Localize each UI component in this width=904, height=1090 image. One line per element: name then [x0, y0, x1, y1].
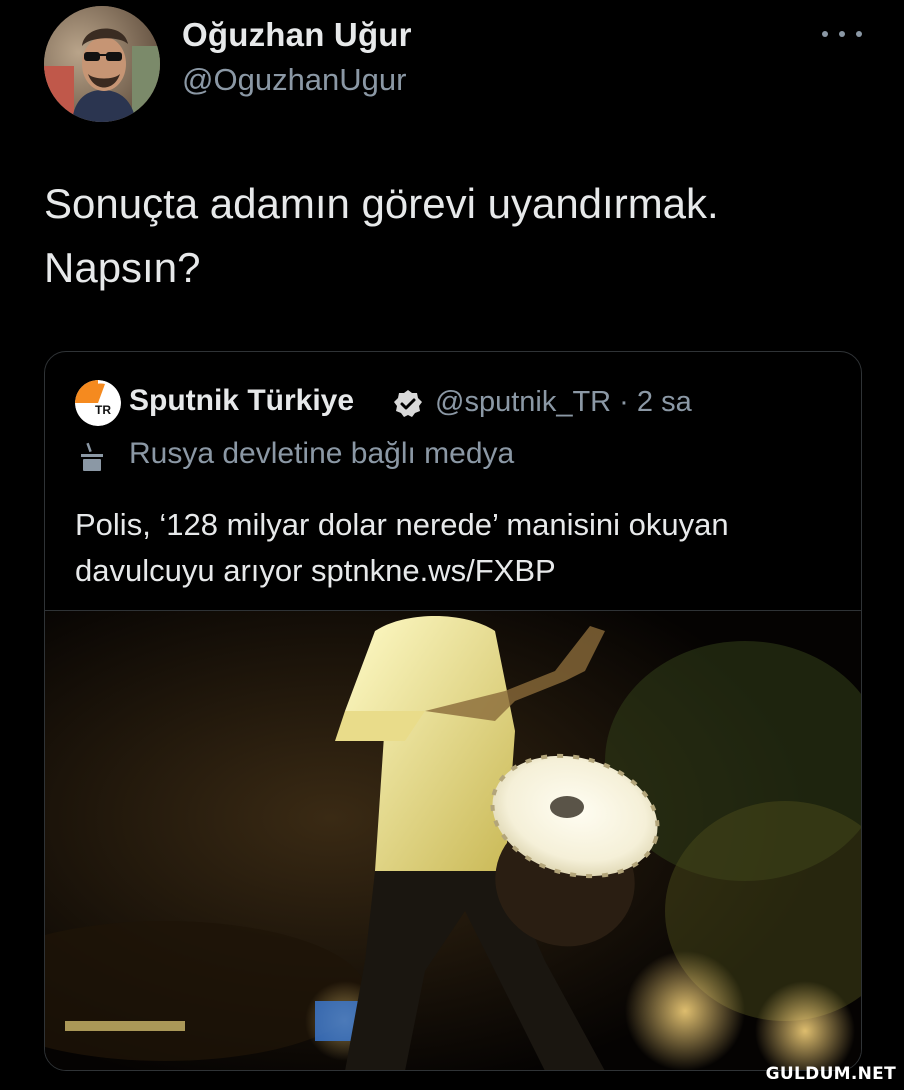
quoted-display-name[interactable]: Sputnik Türkiye [129, 384, 354, 418]
quoted-handle-time[interactable]: @sputnik_TR · 2 sa [435, 386, 692, 419]
tweet-text-line: Sonuçta adamın görevi uyandırmak. [44, 180, 719, 227]
logo-text: TR [95, 403, 111, 417]
tweet-text-line: Napsın? [44, 244, 201, 291]
drummer-photo-art [45, 611, 861, 1070]
watermark-text: GULDUM.NET [765, 1064, 896, 1084]
quoted-text-line: Polis, ‘128 milyar dolar nerede’ manisin… [75, 507, 729, 542]
sputnik-logo[interactable]: TR [75, 380, 121, 426]
state-media-label[interactable]: Rusya devletine bağlı medya [129, 437, 514, 471]
tweet-page: Oğuzhan Uğur @OguzhanUgur Sonuçta adamın… [0, 0, 904, 1090]
author-display-name[interactable]: Oğuzhan Uğur [182, 16, 412, 54]
tweet-text: Sonuçta adamın görevi uyandırmak. Napsın… [44, 172, 864, 300]
dot [839, 31, 845, 37]
sputnik-logo-icon: TR [75, 380, 121, 426]
avatar-photo [44, 6, 160, 122]
drummer-photo[interactable] [45, 610, 861, 1070]
author-avatar[interactable] [44, 6, 160, 122]
verified-badge-icon [393, 389, 423, 419]
author-handle[interactable]: @OguzhanUgur [182, 62, 406, 98]
quoted-tweet-text: Polis, ‘128 milyar dolar nerede’ manisin… [75, 502, 845, 594]
quoted-tweet-card[interactable]: TR Sputnik Türkiye @sputnik_TR · 2 sa Ru… [44, 351, 862, 1071]
dot [856, 31, 862, 37]
quoted-text-line: davulcuyu arıyor sptnkne.ws/FXBP [75, 553, 556, 588]
dot [822, 31, 828, 37]
ellipsis-icon[interactable] [822, 22, 862, 46]
state-media-podium-icon [75, 440, 109, 474]
